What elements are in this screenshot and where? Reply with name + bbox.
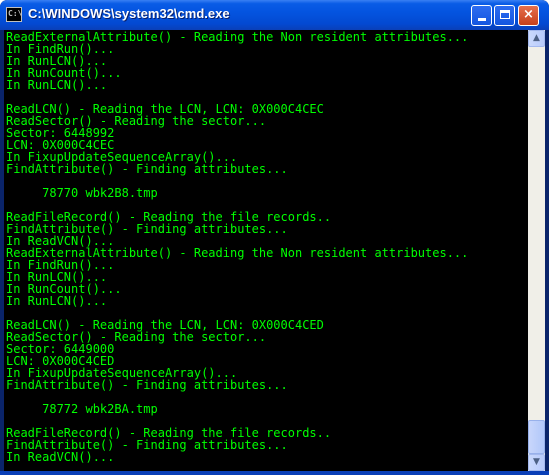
minimize-icon	[477, 18, 486, 21]
console-line: In ReadVCN()...	[6, 450, 115, 464]
cmd-app-icon[interactable]: C:\	[6, 7, 22, 22]
console-output[interactable]: ReadExternalAttribute() - Reading the No…	[4, 30, 528, 471]
scroll-down-arrow-icon[interactable]: ▼	[528, 454, 545, 471]
console-line: 78770 wbk2B8.tmp	[6, 186, 158, 200]
minimize-button[interactable]	[471, 5, 492, 26]
scroll-thumb[interactable]	[528, 420, 545, 454]
title-bar[interactable]: C:\ C:\WINDOWS\system32\cmd.exe ×	[0, 0, 549, 30]
close-icon: ×	[523, 7, 534, 22]
console-line: FindAttribute() - Finding attributes...	[6, 378, 288, 392]
console-line: FindAttribute() - Finding attributes...	[6, 162, 288, 176]
console-line: 78772 wbk2BA.tmp	[6, 402, 158, 416]
vertical-scrollbar[interactable]: ▲ ▼	[528, 30, 545, 471]
close-button[interactable]: ×	[518, 5, 539, 26]
console-line: In RunLCN()...	[6, 294, 108, 308]
window-bottom-border	[0, 471, 549, 475]
console-client-area: ReadExternalAttribute() - Reading the No…	[4, 30, 545, 471]
maximize-icon	[499, 10, 510, 19]
console-line: In RunLCN()...	[6, 78, 108, 92]
scroll-up-arrow-icon[interactable]: ▲	[528, 30, 545, 47]
maximize-button[interactable]	[494, 5, 515, 26]
window-title: C:\WINDOWS\system32\cmd.exe	[28, 6, 230, 21]
cmd-window: C:\ C:\WINDOWS\system32\cmd.exe × ReadEx…	[0, 0, 549, 475]
